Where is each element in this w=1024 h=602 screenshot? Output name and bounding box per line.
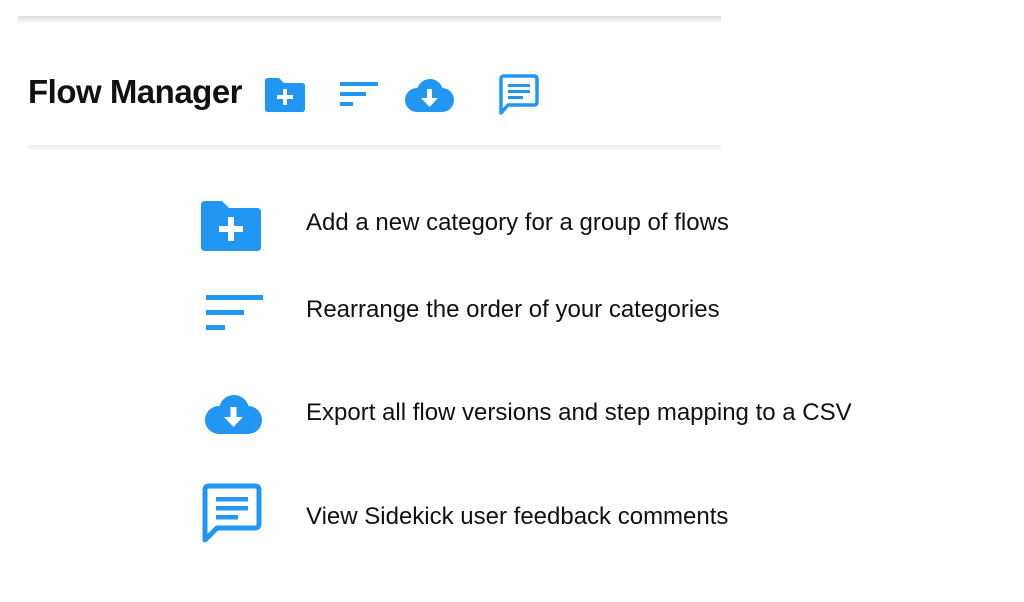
cloud-download-icon bbox=[205, 395, 262, 434]
header-top-shadow bbox=[18, 16, 721, 24]
feedback-comment-icon bbox=[202, 483, 262, 543]
legend-item-feedback: View Sidekick user feedback comments bbox=[0, 482, 1024, 543]
cloud-download-icon[interactable] bbox=[403, 78, 455, 114]
legend-text: Export all flow versions and step mappin… bbox=[306, 399, 852, 426]
legend-item-export: Export all flow versions and step mappin… bbox=[0, 385, 1024, 445]
sort-icon[interactable] bbox=[340, 82, 380, 110]
legend-text: Rearrange the order of your categories bbox=[306, 296, 720, 323]
page-title: Flow Manager bbox=[28, 73, 243, 110]
sort-icon bbox=[206, 295, 263, 330]
feedback-comment-icon[interactable] bbox=[497, 73, 541, 117]
header-bottom-shadow bbox=[28, 145, 721, 151]
page: Flow Manager Add a new category for a gr… bbox=[0, 0, 1024, 602]
legend-item-rearrange: Rearrange the order of your categories bbox=[0, 282, 1024, 342]
folder-plus-icon[interactable] bbox=[263, 77, 307, 113]
flow-manager-header: Flow Manager bbox=[18, 24, 721, 148]
legend-text: Add a new category for a group of flows bbox=[306, 209, 729, 236]
legend-text: View Sidekick user feedback comments bbox=[306, 503, 729, 530]
folder-plus-icon bbox=[201, 201, 261, 251]
legend-item-add-category: Add a new category for a group of flows bbox=[0, 195, 1024, 255]
